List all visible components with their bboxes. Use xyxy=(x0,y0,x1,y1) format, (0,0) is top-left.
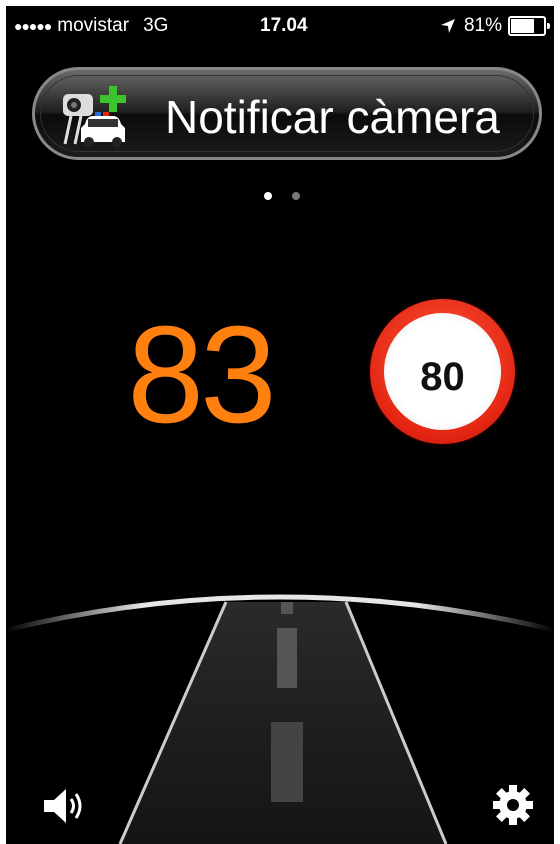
signal-strength-icon: ●●●●● xyxy=(14,18,52,34)
battery-percent: 81% xyxy=(463,15,502,36)
report-camera-label: Notificar càmera xyxy=(165,91,500,143)
page-indicator[interactable] xyxy=(264,192,300,200)
page-dot-1 xyxy=(264,192,272,200)
status-time: 17.04 xyxy=(260,15,308,36)
gear-icon[interactable] xyxy=(492,784,534,826)
battery-icon xyxy=(508,16,550,36)
app-screen: ●●●●● movistar 3G 17.04 81% Notificar cà… xyxy=(6,6,554,844)
current-speed: 83 xyxy=(127,298,277,452)
speaker-icon[interactable] xyxy=(42,786,86,826)
status-bar: ●●●●● movistar 3G 17.04 81% xyxy=(6,6,554,46)
speed-limit-sign: 80 xyxy=(370,299,515,444)
speed-camera-add-icon xyxy=(63,86,126,147)
page-dot-2 xyxy=(292,192,300,200)
road-graphic xyxy=(6,594,554,844)
speed-limit-value: 80 xyxy=(420,355,465,399)
carrier-name: movistar xyxy=(57,15,130,36)
network-type: 3G xyxy=(143,15,169,36)
location-arrow-icon xyxy=(440,19,455,33)
report-camera-button[interactable]: Notificar càmera xyxy=(32,67,542,160)
